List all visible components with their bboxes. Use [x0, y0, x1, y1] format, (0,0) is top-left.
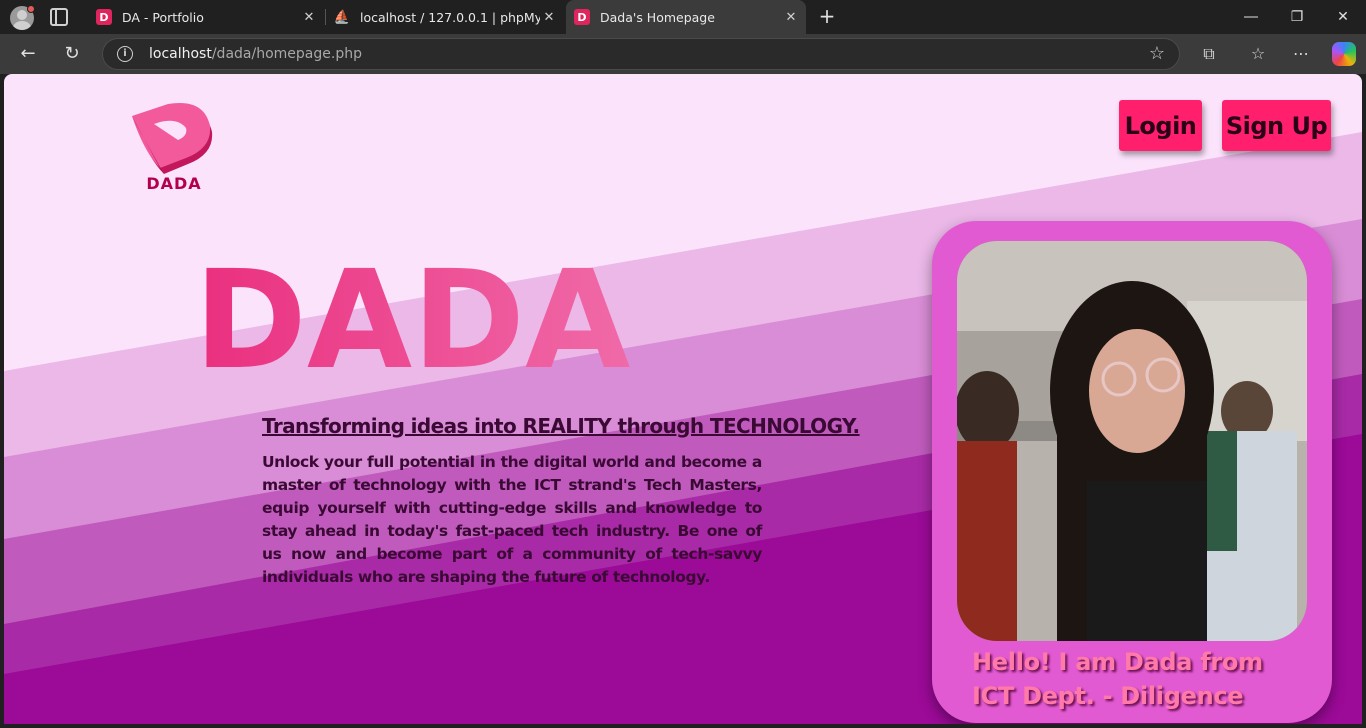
new-tab-icon[interactable]: +: [816, 5, 838, 27]
caption-line-2: ICT Dept. - Diligence: [972, 682, 1244, 710]
tab-title: localhost / 127.0.0.1 | phpMyAdm: [360, 9, 540, 25]
profile-card: Hello! I am Dada from ICT Dept. - Dilige…: [932, 221, 1332, 723]
back-arrow-icon[interactable]: ←: [14, 40, 42, 68]
logo-text: DADA: [146, 174, 202, 193]
more-options-icon[interactable]: ⋯: [1289, 42, 1313, 66]
tab-phpmyadmin[interactable]: ⛵ localhost / 127.0.0.1 | phpMyAdm ✕: [326, 0, 564, 34]
window-close-icon[interactable]: ✕: [1320, 0, 1366, 34]
close-icon[interactable]: ✕: [300, 10, 318, 25]
refresh-icon[interactable]: ↻: [58, 40, 86, 68]
dada-favicon-icon: D: [96, 9, 112, 25]
profile-notification-dot: [27, 5, 35, 13]
extensions-icon[interactable]: ⧉: [1197, 42, 1221, 66]
page-viewport: DADA Login Sign Up DADA Transforming ide…: [4, 74, 1362, 724]
favorites-icon[interactable]: ☆: [1246, 42, 1270, 66]
caption-line-1: Hello! I am Dada from: [972, 648, 1263, 676]
signup-button[interactable]: Sign Up: [1222, 100, 1331, 151]
close-icon[interactable]: ✕: [782, 10, 800, 25]
favorite-star-icon[interactable]: ☆: [1149, 43, 1165, 64]
copilot-icon[interactable]: [1332, 42, 1356, 66]
tab-title: DA - Portfolio: [122, 9, 204, 25]
profile-caption: Hello! I am Dada from ICT Dept. - Dilige…: [972, 645, 1322, 713]
close-icon[interactable]: ✕: [540, 10, 558, 25]
browser-toolbar: ← ↻ i localhost/dada/homepage.php ☆ ⧉ ☆ …: [0, 34, 1366, 74]
tab-actions-icon[interactable]: [50, 8, 68, 26]
login-button[interactable]: Login: [1119, 100, 1202, 151]
minimize-icon[interactable]: ―: [1228, 0, 1274, 34]
url-text[interactable]: localhost/dada/homepage.php: [149, 46, 362, 62]
hero-title: DADA: [194, 242, 631, 400]
tab-title: Dada's Homepage: [600, 9, 715, 25]
tagline: Transforming ideas into REALITY through …: [262, 414, 860, 438]
tab-da-portfolio[interactable]: D DA - Portfolio ✕: [88, 0, 324, 34]
description-paragraph: Unlock your full potential in the digita…: [262, 453, 762, 586]
phpmyadmin-favicon-icon: ⛵: [333, 9, 351, 25]
dada-favicon-icon: D: [574, 9, 590, 25]
tab-bar: D DA - Portfolio ✕ ⛵ localhost / 127.0.0…: [0, 0, 1366, 34]
address-bar[interactable]: i localhost/dada/homepage.php ☆: [102, 38, 1180, 70]
restore-icon[interactable]: ❐: [1274, 0, 1320, 34]
tab-dadas-homepage[interactable]: D Dada's Homepage ✕: [566, 0, 806, 34]
site-info-icon[interactable]: i: [117, 46, 133, 62]
profile-photo: [957, 241, 1307, 641]
